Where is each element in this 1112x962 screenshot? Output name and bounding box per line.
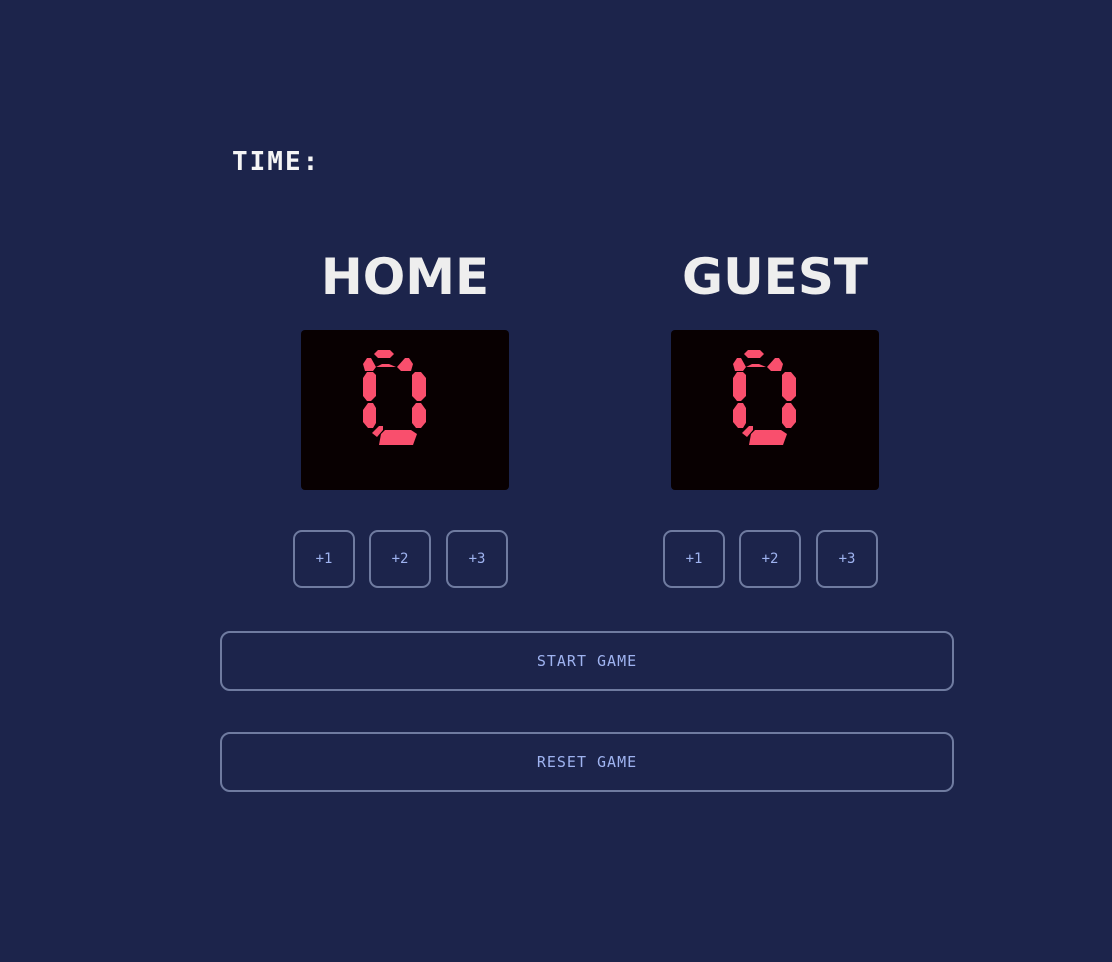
scoreboard-app: TIME: HOME 0 GUEST <box>0 0 1112 962</box>
start-game-button[interactable]: START GAME <box>220 631 954 691</box>
guest-score-digit-icon <box>733 350 796 445</box>
home-team-panel: HOME 0 <box>301 246 509 490</box>
home-add-3-button[interactable]: +3 <box>446 530 508 588</box>
guest-add-1-button[interactable]: +1 <box>663 530 725 588</box>
seven-segment-zero <box>363 350 426 445</box>
home-add-2-button[interactable]: +2 <box>369 530 431 588</box>
guest-add-2-button[interactable]: +2 <box>739 530 801 588</box>
seven-segment-zero <box>733 350 796 445</box>
timer-label: TIME: <box>232 147 321 177</box>
guest-add-3-button[interactable]: +3 <box>816 530 878 588</box>
guest-score-display: 0 <box>671 330 879 490</box>
guest-team-name: GUEST <box>682 248 868 306</box>
home-score-display: 0 <box>301 330 509 490</box>
home-add-1-button[interactable]: +1 <box>293 530 355 588</box>
guest-points-buttons: +1 +2 +3 <box>662 530 880 592</box>
reset-game-button[interactable]: RESET GAME <box>220 732 954 792</box>
home-score-digit-icon <box>363 350 426 445</box>
home-points-buttons: +1 +2 +3 <box>292 530 510 592</box>
home-team-name: HOME <box>320 248 490 306</box>
guest-team-panel: GUEST 0 <box>671 246 879 490</box>
